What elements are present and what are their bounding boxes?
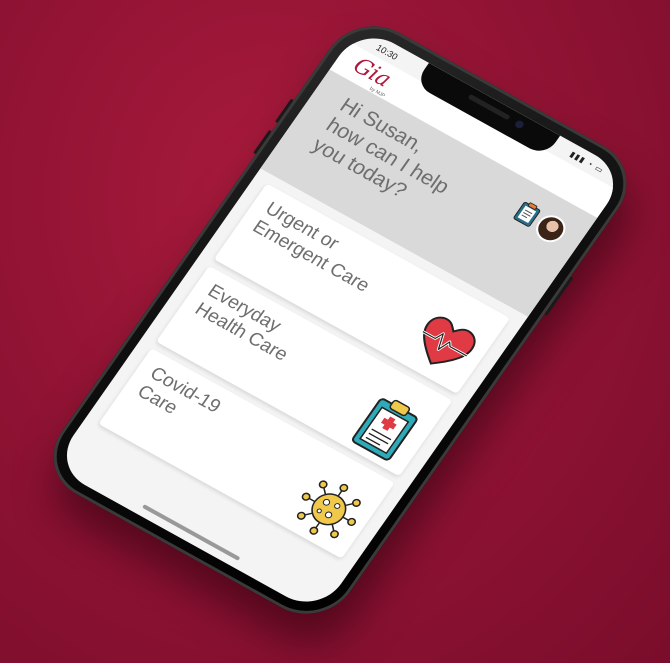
heart-pulse-icon [399, 304, 489, 385]
phone-screen: 10:30 ▮▮▮ ◔ ▭ Gia by MJP Hi Susan, how c… [51, 25, 629, 615]
home-indicator[interactable] [141, 504, 241, 561]
stage: 10:30 ▮▮▮ ◔ ▭ Gia by MJP Hi Susan, how c… [0, 0, 670, 663]
card-label: Covid-19 Care [133, 363, 225, 419]
phone-device: 10:30 ▮▮▮ ◔ ▭ Gia by MJP Hi Susan, how c… [34, 9, 646, 631]
speaker [467, 93, 511, 121]
volume-up-button [274, 98, 294, 124]
front-camera [513, 119, 526, 130]
volume-down-button [253, 129, 272, 155]
virus-icon [284, 469, 374, 550]
medical-clipboard-icon [342, 386, 432, 467]
